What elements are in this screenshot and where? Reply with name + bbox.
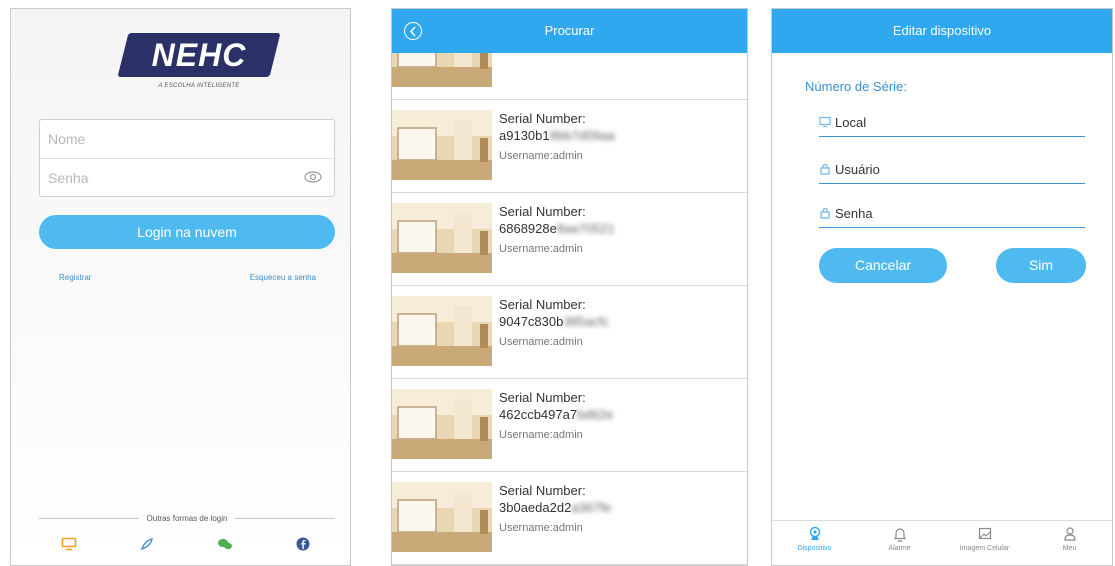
device-thumbnail <box>392 110 492 180</box>
user-field[interactable]: Usuário <box>819 162 1085 184</box>
device-thumbnail <box>392 389 492 459</box>
login-screen: NEHC A ESCOLHA INTELIGENTE Nome Senha Lo… <box>10 8 351 566</box>
device-list-item[interactable]: Serial Number: 6868928e8aa70521 Username:a… <box>392 193 747 286</box>
lock-icon <box>820 207 830 219</box>
password-field[interactable]: Senha <box>819 206 1085 228</box>
edit-title: Editar dispositivo <box>892 23 992 38</box>
gallery-icon <box>978 527 991 540</box>
eye-icon[interactable] <box>304 170 322 184</box>
serial-number-value: 6868928e8aa70521 <box>499 221 615 236</box>
brand-logo: NEHC A ESCOLHA INTELIGENTE <box>117 33 281 89</box>
confirm-button[interactable]: Sim <box>996 248 1086 283</box>
username-text: Username:admin <box>499 429 583 441</box>
serial-number-label: Serial Number: <box>499 204 586 219</box>
tab-alarm[interactable]: Alarme <box>857 521 942 565</box>
username-text: Username:admin <box>499 150 583 162</box>
tab-label: Dispositivo <box>797 545 832 552</box>
serial-number-label: Serial Number: <box>499 297 586 312</box>
device-thumbnail <box>392 203 492 273</box>
camera-icon <box>809 526 820 540</box>
bottom-tab-bar: Dispositivo Alarme Imagem Celular Meu <box>772 520 1112 565</box>
cancel-button[interactable]: Cancelar <box>819 248 947 283</box>
username-text: Username:admin <box>499 243 583 255</box>
serial-number-value: 9047c830b385acfc <box>499 314 609 329</box>
tab-gallery[interactable]: Imagem Celular <box>942 521 1027 565</box>
serial-number-label: Serial Number: <box>499 390 586 405</box>
device-list: Serial Number:07358bc41a1d5502Username:a… <box>392 53 747 565</box>
lock-icon <box>820 163 830 175</box>
tab-label: Imagem Celular <box>959 545 1010 552</box>
local-field[interactable]: Local <box>819 115 1085 137</box>
facebook-icon[interactable] <box>295 537 311 551</box>
device-list-item[interactable]: Serial Number: 9047c830b385acfc Username:a… <box>392 286 747 379</box>
wechat-icon[interactable] <box>217 537 233 551</box>
search-header: Procurar <box>392 9 747 53</box>
password-input[interactable]: Senha <box>40 158 334 196</box>
tab-label: Meu <box>1062 545 1077 552</box>
serial-number-label: Número de Série: <box>805 79 907 94</box>
device-list-item[interactable]: Serial Number: 462ccb497a7bd62e Username:a… <box>392 379 747 472</box>
social-login-row <box>61 537 311 551</box>
other-login-divider: Outras formas de login <box>39 514 335 523</box>
device-list-item[interactable]: Serial Number: 3b0aeda2d2a367fe Username:a… <box>392 472 747 565</box>
username-text: Username:admin <box>499 53 614 54</box>
serial-number-value: 3b0aeda2d2a367fe <box>499 500 612 515</box>
username-text: Username:admin <box>499 522 583 534</box>
serial-number-label: Serial Number: <box>499 483 586 498</box>
edit-device-screen: Editar dispositivo Número de Série: Loca… <box>771 8 1113 566</box>
register-link[interactable]: Registrar <box>59 273 91 282</box>
login-form: Nome Senha <box>39 119 335 197</box>
monitor-icon <box>819 116 831 128</box>
serial-number-label: Serial Number: <box>499 111 586 126</box>
serial-number-value: 462ccb497a7bd62e <box>499 407 614 422</box>
edit-header: Editar dispositivo <box>772 9 1112 53</box>
device-list-item[interactable]: Serial Number:07358bc41a1d5502Username:a… <box>392 53 747 100</box>
tab-label: Alarme <box>888 545 911 552</box>
search-screen: Procurar Serial Number:07358bc41a1d5502U… <box>391 8 748 566</box>
serial-number-value: a9130b18bb7d09aa <box>499 128 615 143</box>
person-icon <box>1063 527 1076 541</box>
tab-device[interactable]: Dispositivo <box>772 521 857 565</box>
search-title: Procurar <box>544 23 595 38</box>
device-thumbnail <box>392 53 492 87</box>
username-text: Username:admin <box>499 336 583 348</box>
device-list-item[interactable]: Serial Number: a9130b18bb7d09aa Username:a… <box>392 100 747 193</box>
forgot-password-link[interactable]: Esqueceu a senha <box>250 273 316 282</box>
name-input[interactable]: Nome <box>40 120 334 158</box>
cloud-login-button[interactable]: Login na nuvem <box>39 215 335 249</box>
feather-icon[interactable] <box>139 537 155 551</box>
device-thumbnail <box>392 296 492 366</box>
tab-me[interactable]: Meu <box>1027 521 1112 565</box>
bell-icon <box>893 528 906 542</box>
monitor-icon[interactable] <box>61 537 77 551</box>
device-thumbnail <box>392 482 492 552</box>
back-icon[interactable] <box>404 22 422 40</box>
